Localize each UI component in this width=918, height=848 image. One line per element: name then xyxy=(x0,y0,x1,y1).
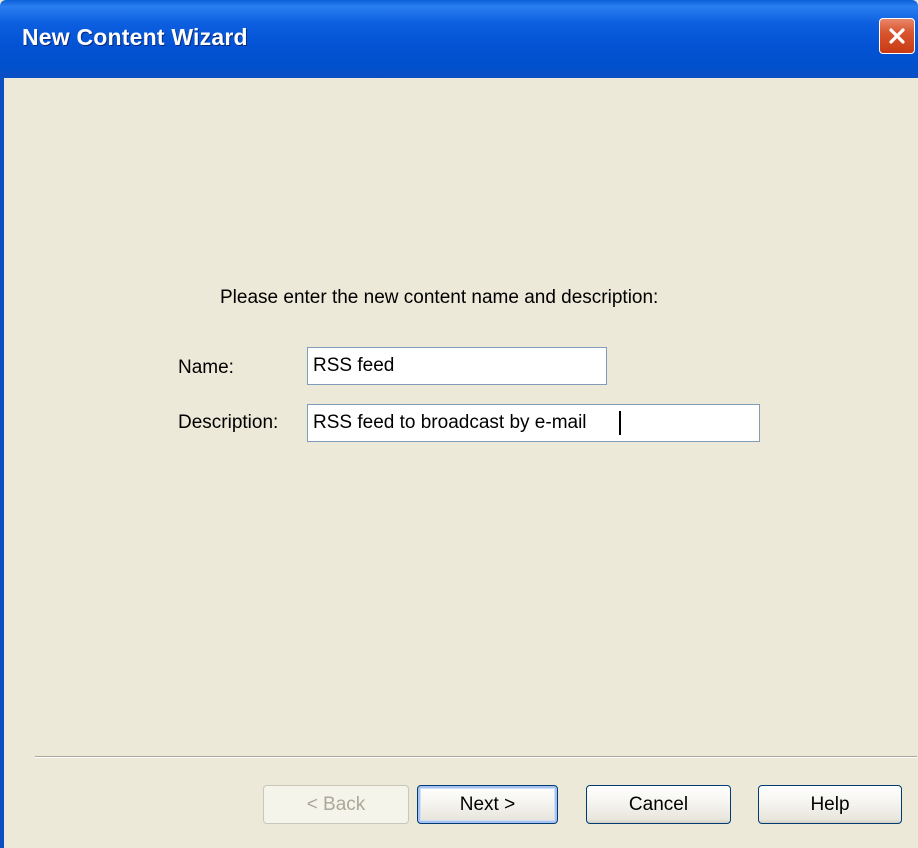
next-button[interactable]: Next > xyxy=(417,785,558,824)
close-icon xyxy=(887,26,907,46)
description-label: Description: xyxy=(178,412,279,433)
back-button[interactable]: < Back xyxy=(263,785,409,824)
name-label: Name: xyxy=(178,357,234,378)
wizard-content xyxy=(4,78,918,848)
instruction-text: Please enter the new content name and de… xyxy=(220,287,659,308)
help-button[interactable]: Help xyxy=(758,785,902,824)
close-button[interactable] xyxy=(879,18,915,54)
cancel-button[interactable]: Cancel xyxy=(586,785,731,824)
text-caret xyxy=(619,411,621,435)
wizard-window: New Content Wizard Please enter the new … xyxy=(0,0,918,848)
description-input[interactable] xyxy=(307,404,760,442)
title-bar[interactable]: New Content Wizard xyxy=(0,0,918,78)
window-title: New Content Wizard xyxy=(22,24,248,50)
button-separator xyxy=(35,756,917,758)
name-input[interactable] xyxy=(307,347,607,385)
